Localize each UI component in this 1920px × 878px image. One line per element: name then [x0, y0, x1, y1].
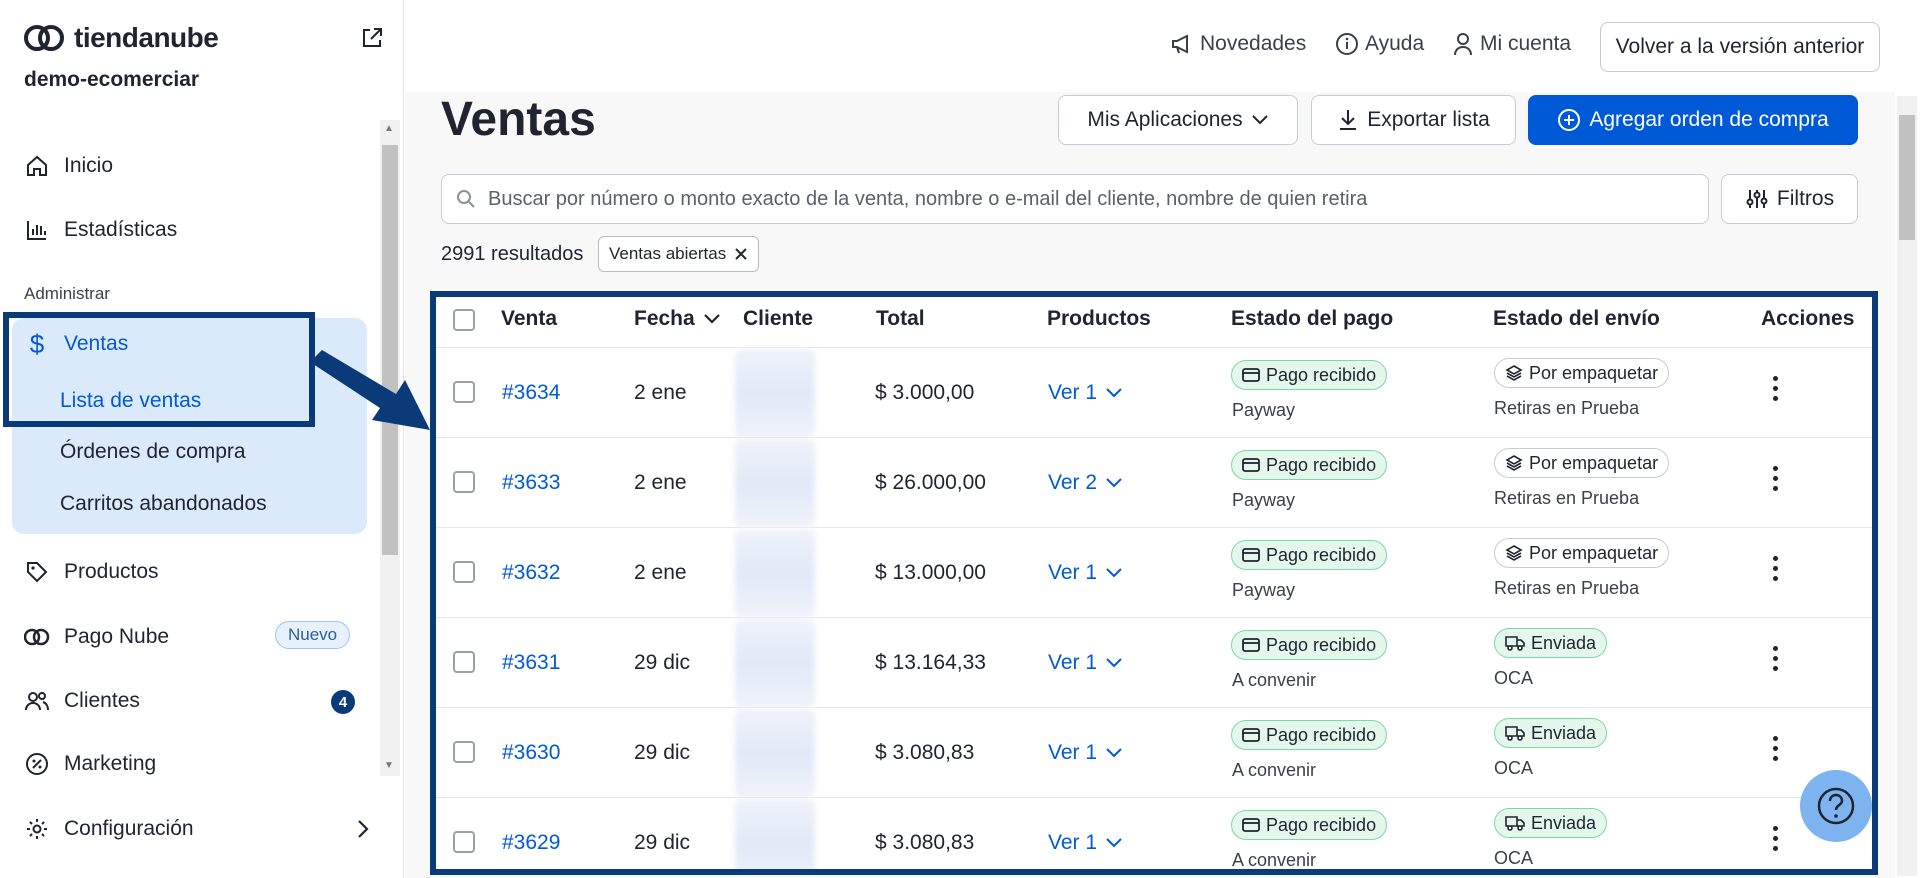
sidebar-item-clientes[interactable]: Clientes — [24, 688, 140, 714]
home-icon — [24, 153, 50, 179]
sidebar-item-label: Configuración — [64, 817, 194, 840]
megaphone-icon — [1172, 34, 1188, 54]
scroll-up-arrow-icon[interactable]: ▲ — [384, 123, 394, 134]
ayuda-link[interactable]: Ayuda — [1335, 32, 1424, 56]
search-input[interactable] — [488, 187, 1688, 211]
agregar-orden-button[interactable]: Agregar orden de compra — [1528, 95, 1858, 145]
sidebar-item-configuracion[interactable]: Configuración — [24, 816, 194, 842]
sidebar-item-label: Productos — [64, 560, 159, 583]
sidebar-item-productos[interactable]: Productos — [24, 559, 159, 585]
agregar-orden-label: Agregar orden de compra — [1589, 108, 1829, 131]
annotation-arrow-icon — [310, 350, 430, 430]
highlight-box-table — [430, 291, 1878, 875]
store-name: demo-ecomerciar — [24, 68, 200, 91]
page-title: Ventas — [441, 93, 596, 146]
highlight-box-ventas — [3, 312, 315, 427]
help-button[interactable] — [1800, 770, 1872, 842]
filtros-label: Filtros — [1776, 187, 1835, 210]
brand-name: tiendanube — [74, 22, 219, 53]
chevron-down-icon — [1251, 115, 1268, 125]
sidebar-item-label: Clientes — [64, 689, 140, 712]
download-icon — [1340, 110, 1357, 130]
sidebar-item-estadisticas[interactable]: Estadísticas — [24, 217, 177, 243]
logo[interactable]: tiendanube — [24, 22, 219, 54]
main-scrollbar-thumb[interactable] — [1899, 115, 1915, 240]
tag-icon — [24, 559, 50, 585]
info-icon — [1336, 33, 1358, 55]
exportar-lista-button[interactable]: Exportar lista — [1311, 95, 1516, 145]
sidebar-item-marketing[interactable]: Marketing — [24, 751, 156, 777]
sidebar-item-label: Marketing — [64, 752, 157, 775]
exportar-lista-label: Exportar lista — [1367, 108, 1490, 131]
percent-icon — [24, 751, 50, 777]
sidebar-subitem-carritos-abandonados[interactable]: Carritos abandonados — [60, 492, 267, 516]
sidebar-subitem-ordenes-de-compra[interactable]: Órdenes de compra — [60, 440, 246, 464]
question-icon — [1817, 787, 1855, 825]
sliders-icon — [1746, 190, 1768, 208]
close-icon[interactable] — [734, 247, 748, 261]
gear-icon — [24, 816, 50, 842]
mis-aplicaciones-button[interactable]: Mis Aplicaciones — [1058, 95, 1298, 145]
results-count: 2991 resultados — [441, 243, 584, 265]
filtros-button[interactable]: Filtros — [1721, 174, 1858, 224]
novedades-link[interactable]: Novedades — [1170, 32, 1306, 56]
sidebar-item-label: Estadísticas — [64, 218, 178, 241]
mis-aplicaciones-label: Mis Aplicaciones — [1087, 108, 1243, 131]
plus-circle-icon — [1558, 109, 1581, 131]
novedades-label: Novedades — [1200, 32, 1307, 55]
external-link-icon[interactable] — [360, 26, 384, 50]
ayuda-label: Ayuda — [1365, 32, 1425, 55]
search-bar[interactable] — [441, 174, 1709, 224]
section-label-administrar: Administrar — [24, 284, 110, 303]
pagonube-icon — [24, 624, 50, 650]
sidebar-item-label: Pago Nube — [64, 625, 170, 648]
search-icon — [457, 190, 475, 208]
chart-icon — [24, 217, 50, 243]
scroll-down-arrow-icon[interactable]: ▼ — [384, 760, 394, 771]
sidebar-item-inicio[interactable]: Inicio — [24, 153, 113, 179]
mi-cuenta-link[interactable]: Mi cuenta — [1452, 32, 1571, 56]
mi-cuenta-label: Mi cuenta — [1480, 32, 1572, 55]
sidebar-item-label: Inicio — [64, 154, 114, 177]
nuevo-badge: Nuevo — [275, 621, 351, 649]
old-version-button[interactable]: Volver a la versión anterior — [1600, 22, 1880, 72]
filter-chip[interactable]: Ventas abiertas — [598, 236, 760, 272]
users-icon — [24, 688, 50, 714]
user-icon — [1454, 33, 1472, 56]
filter-chip-label: Ventas abiertas — [609, 244, 727, 263]
tiendanube-logo-icon — [24, 25, 64, 51]
chevron-right-icon[interactable] — [356, 818, 370, 840]
clientes-count-badge: 4 — [331, 690, 355, 714]
sidebar-item-pago-nube[interactable]: Pago Nube — [24, 624, 169, 650]
